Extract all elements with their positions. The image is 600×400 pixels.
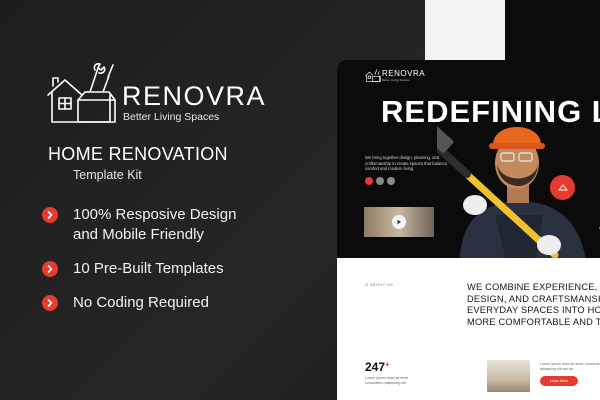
feature-text-line1: 100% Resposive Design: [73, 206, 237, 223]
feature-list: 100% Resposive Design and Mobile Friendl…: [42, 205, 302, 313]
kit-subtitle: Template Kit: [73, 168, 142, 182]
brand-logo: RENOVRA Better Living Spaces: [45, 62, 265, 124]
about-line: WE COMBINE EXPERIENCE, THOUG: [467, 282, 600, 292]
background-white-block: [425, 0, 505, 60]
worker-illustration: [437, 119, 586, 258]
mockup-badge-icon: [550, 175, 575, 200]
mockup-room-text: Lorem ipsum dolor sit amet, consectetur …: [540, 362, 600, 371]
stat-plus: +: [385, 360, 390, 369]
chevron-right-circle-icon: [42, 295, 58, 311]
stat-value: 247: [365, 360, 386, 374]
website-mockup: RENOVRA Better Living Spaces REDEFINING …: [337, 60, 600, 400]
kit-title: HOME RENOVATION: [48, 144, 228, 164]
feature-item: 10 Pre-Built Templates: [42, 259, 302, 279]
play-icon[interactable]: [392, 215, 406, 229]
mockup-about-text: WE COMBINE EXPERIENCE, THOUG DESIGN, AND…: [467, 282, 600, 328]
mockup-stat-text: Lorem ipsum dolor sit amet consectetur a…: [365, 376, 409, 385]
chevron-right-circle-icon: [42, 207, 58, 223]
mockup-stat: 247+: [365, 360, 390, 374]
feature-item: 100% Resposive Design and Mobile Friendl…: [42, 205, 302, 245]
about-line: MORE COMFORTABLE AND TRULY: [467, 316, 600, 327]
chevron-right-circle-icon: [42, 261, 58, 277]
feature-text-line1: No Coding Required: [73, 294, 209, 311]
instagram-icon[interactable]: [387, 177, 395, 185]
brand-name: RENOVRA: [122, 81, 267, 111]
about-line: DESIGN, AND CRAFTSMANSHIP TO: [467, 293, 600, 304]
mockup-brand-name: RENOVRA: [382, 69, 426, 78]
mockup-brand-tagline: Better Living Spaces: [382, 78, 410, 82]
feature-text-line1: 10 Pre-Built Templates: [73, 260, 224, 277]
house-tools-icon: [365, 69, 381, 82]
mockup-about-label: O ABOUT US: [365, 282, 394, 287]
background-black-block: [505, 0, 600, 60]
feature-text-line2: and Mobile Friendly: [73, 226, 204, 243]
facebook-icon[interactable]: [365, 177, 373, 185]
mockup-video-thumbnail[interactable]: [364, 207, 434, 237]
twitter-icon[interactable]: [376, 177, 384, 185]
mockup-hero: RENOVRA Better Living Spaces REDEFINING …: [337, 60, 600, 258]
feature-item: No Coding Required: [42, 293, 302, 313]
brand-tagline: Better Living Spaces: [123, 111, 220, 123]
mockup-hero-text: We bring together design, planning, and …: [365, 155, 447, 172]
mockup-room-image: [487, 360, 530, 392]
house-tools-icon: [47, 63, 116, 123]
mockup-social-icons[interactable]: [365, 177, 395, 185]
mockup-cta-button[interactable]: Learn More: [540, 376, 578, 386]
about-line: EVERYDAY SPACES INTO HOMES T: [467, 305, 600, 315]
